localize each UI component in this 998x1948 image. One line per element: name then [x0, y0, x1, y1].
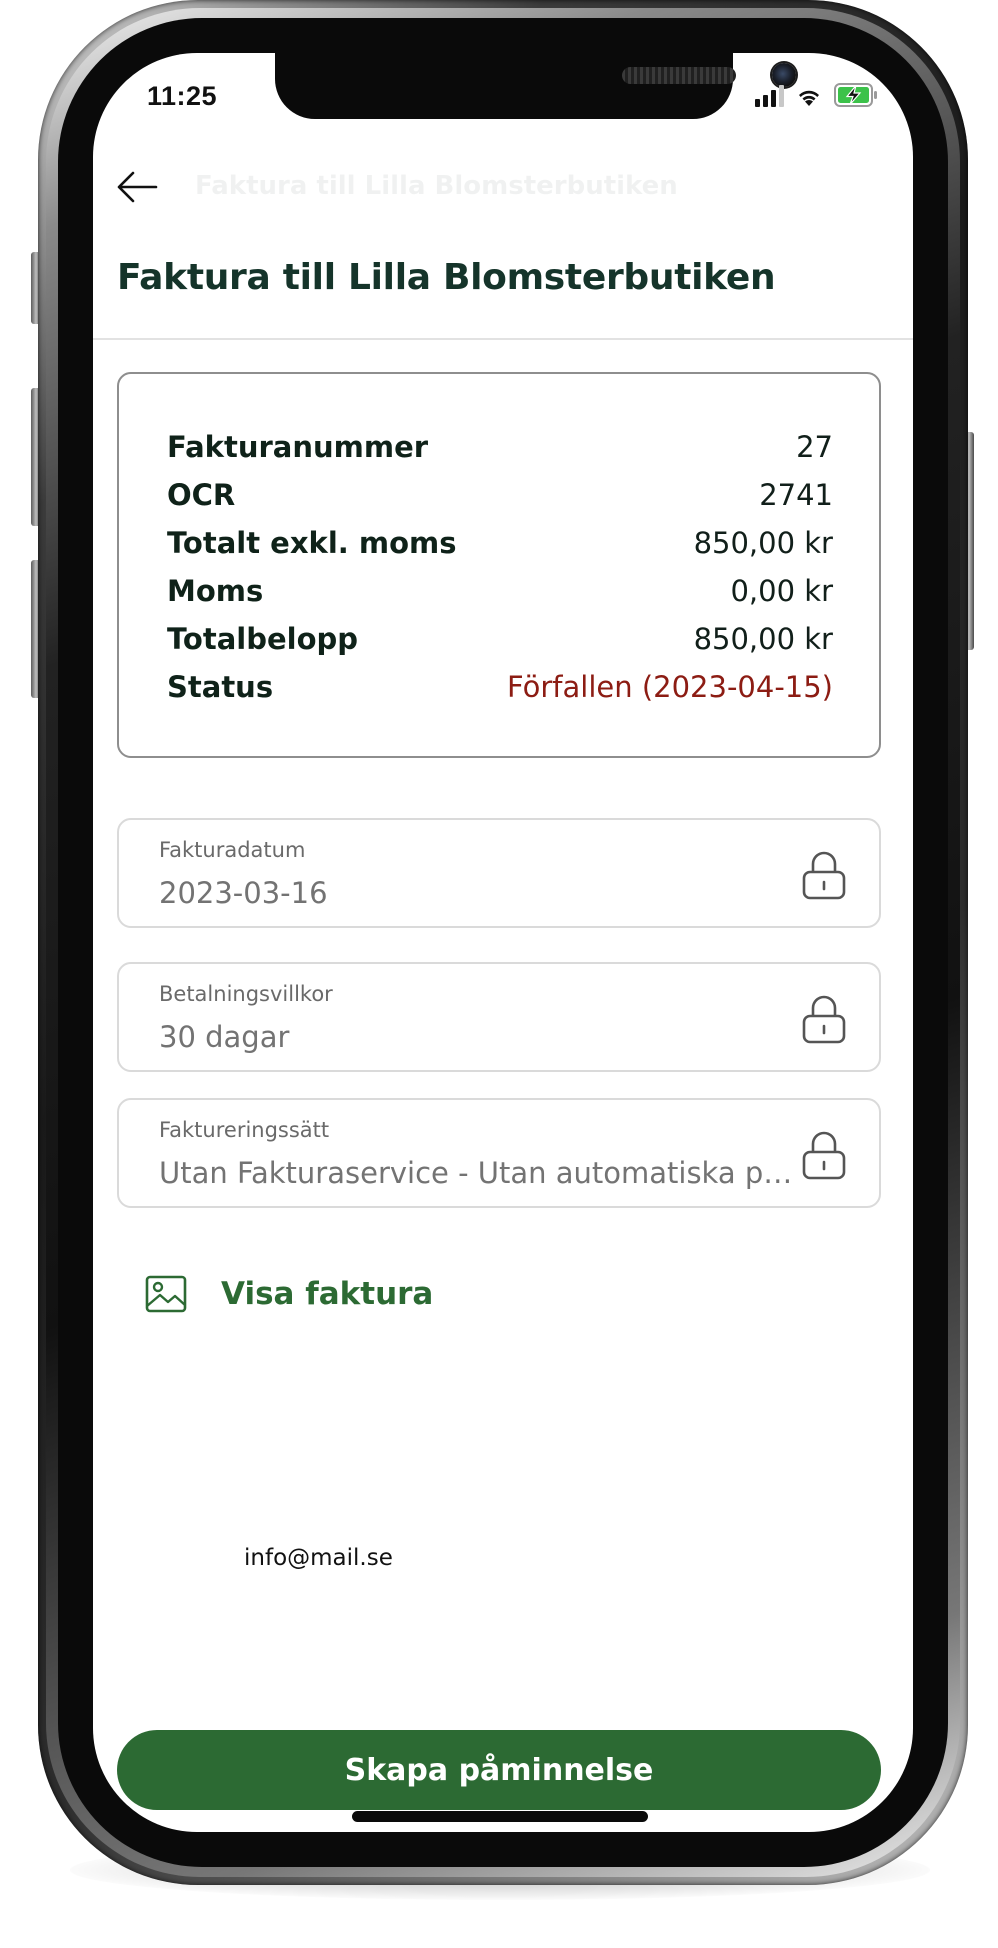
status-time: 11:25	[147, 81, 218, 111]
create-reminder-button[interactable]: Skapa påminnelse	[117, 1730, 881, 1810]
field-value: 2023-03-16	[159, 876, 328, 910]
field-label: Betalningsvillkor	[159, 982, 333, 1006]
battery-charging-icon	[834, 83, 878, 107]
summary-row-status: Status Förfallen (2023-04-15)	[167, 667, 833, 707]
field-value: 30 dagar	[159, 1020, 290, 1054]
field-label: Fakturadatum	[159, 838, 306, 862]
summary-row-vat: Moms 0,00 kr	[167, 571, 833, 611]
summary-label: Totalt exkl. moms	[167, 526, 457, 560]
arrow-left-icon	[117, 171, 158, 203]
field-label: Faktureringssätt	[159, 1118, 330, 1142]
header-divider	[93, 338, 913, 340]
status-overdue-value: Förfallen (2023-04-15)	[506, 670, 833, 704]
lock-icon	[802, 851, 846, 900]
contact-email: info@mail.se	[244, 1545, 393, 1571]
show-invoice-link[interactable]: Visa faktura	[145, 1275, 433, 1313]
phone-screen: 11:25 Faktura till Lilla Blomsterbutiken…	[93, 53, 913, 1832]
summary-row-ocr: OCR 2741	[167, 475, 833, 515]
home-indicator	[352, 1811, 648, 1822]
summary-value: 2741	[759, 478, 833, 512]
notch	[275, 53, 796, 119]
summary-value: 0,00 kr	[730, 574, 833, 608]
summary-row-total: Totalbelopp 850,00 kr	[167, 619, 833, 659]
lock-icon	[802, 1131, 846, 1180]
collapsed-header-title: Faktura till Lilla Blomsterbutiken	[195, 171, 678, 201]
summary-value: 850,00 kr	[693, 622, 833, 656]
summary-label: Moms	[167, 574, 264, 608]
image-icon	[145, 1275, 187, 1313]
show-invoice-label: Visa faktura	[221, 1276, 434, 1312]
cellular-signal-icon	[755, 85, 784, 107]
summary-label: OCR	[167, 478, 236, 512]
back-button[interactable]	[115, 165, 159, 209]
summary-value: 850,00 kr	[693, 526, 833, 560]
summary-label: Totalbelopp	[167, 622, 359, 656]
page-title: Faktura till Lilla Blomsterbutiken	[117, 257, 776, 298]
lock-icon	[802, 995, 846, 1044]
summary-row-total-excl-vat: Totalt exkl. moms 850,00 kr	[167, 523, 833, 563]
summary-label: Status	[167, 670, 274, 704]
invoicing-method-field[interactable]: Faktureringssätt Utan Fakturaservice - U…	[117, 1098, 881, 1208]
invoice-date-field[interactable]: Fakturadatum 2023-03-16	[117, 818, 881, 928]
earpiece-speaker	[622, 67, 736, 84]
payment-terms-field[interactable]: Betalningsvillkor 30 dagar	[117, 962, 881, 1072]
status-icons	[755, 83, 878, 107]
summary-label: Fakturanummer	[167, 430, 429, 464]
summary-value: 27	[796, 430, 833, 464]
summary-row-invoice-number: Fakturanummer 27	[167, 427, 833, 467]
field-value: Utan Fakturaservice - Utan automatiska p…	[159, 1156, 799, 1190]
invoice-summary-card: Fakturanummer 27 OCR 2741 Totalt exkl. m…	[117, 372, 881, 758]
wifi-icon	[796, 87, 822, 107]
